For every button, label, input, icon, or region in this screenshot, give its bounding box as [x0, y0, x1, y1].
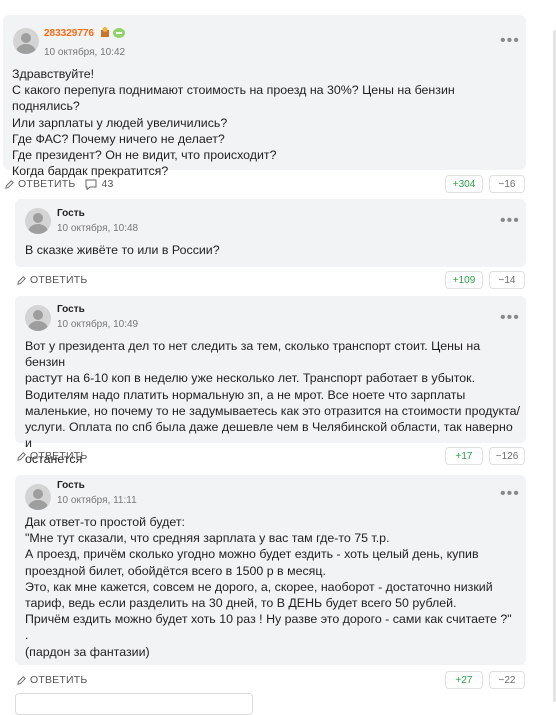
next-comment-card-edge	[15, 693, 253, 715]
more-options-icon[interactable]: •••	[500, 33, 520, 49]
comment-author[interactable]: Гость	[57, 480, 85, 491]
reply-label: ОТВЕТИТЬ	[30, 450, 88, 462]
more-options-icon[interactable]: •••	[500, 213, 520, 229]
comment-text: В сказке живёте то или в России?	[25, 243, 220, 257]
upvote-button[interactable]: +17	[445, 447, 483, 465]
pencil-icon	[17, 275, 26, 285]
replies-count[interactable]: 43	[85, 178, 113, 190]
comment-actions: ОТВЕТИТЬ	[16, 271, 87, 289]
reply-label: ОТВЕТИТЬ	[30, 674, 88, 686]
avatar[interactable]	[25, 484, 51, 510]
downvote-button[interactable]: −14	[489, 271, 525, 289]
reply-label: ОТВЕТИТЬ	[30, 274, 88, 286]
downvote-button[interactable]: −126	[489, 447, 525, 465]
speech-badge-icon	[113, 28, 125, 38]
pencil-icon	[17, 675, 26, 685]
upvote-button[interactable]: +304	[445, 175, 483, 193]
reply-label: ОТВЕТИТЬ	[18, 178, 76, 190]
reply-button[interactable]: ОТВЕТИТЬ	[16, 274, 87, 286]
replies-count-value: 43	[101, 178, 114, 190]
upvote-button[interactable]: +109	[445, 271, 483, 289]
reply-button[interactable]: ОТВЕТИТЬ	[4, 178, 75, 190]
user-badge-icon	[101, 27, 109, 37]
avatar[interactable]	[25, 305, 51, 331]
reply-button[interactable]: ОТВЕТИТЬ	[16, 450, 87, 462]
pencil-icon	[5, 179, 14, 189]
comment-bubble-icon	[85, 179, 97, 190]
comment-date: 10 октября, 10:49	[57, 319, 139, 330]
comment-date: 10 октября, 11:11	[57, 495, 137, 506]
more-options-icon[interactable]: •••	[500, 486, 520, 502]
upvote-button[interactable]: +27	[445, 671, 483, 689]
comment-actions: ОТВЕТИТЬ 43	[4, 175, 114, 193]
comment-text: Дак ответ-то простой будет: "Мне тут ска…	[25, 515, 512, 659]
downvote-button[interactable]: −16	[489, 175, 525, 193]
more-options-icon[interactable]: •••	[500, 310, 520, 326]
comment-actions: ОТВЕТИТЬ	[16, 447, 87, 465]
comment-author[interactable]: 283329776	[44, 28, 94, 39]
avatar[interactable]	[13, 28, 39, 54]
comment-author[interactable]: Гость	[57, 304, 85, 315]
comment-date: 10 октября, 10:42	[44, 47, 126, 58]
downvote-button[interactable]: −22	[489, 671, 525, 689]
comment-actions: ОТВЕТИТЬ	[16, 671, 87, 689]
pencil-icon	[17, 451, 26, 461]
comment-author[interactable]: Гость	[57, 208, 85, 219]
comment-date: 10 октября, 10:48	[57, 223, 139, 234]
comment-text: Здравствуйте! С какого перепуга поднимаю…	[12, 67, 455, 179]
avatar[interactable]	[25, 208, 51, 234]
reply-button[interactable]: ОТВЕТИТЬ	[16, 674, 87, 686]
